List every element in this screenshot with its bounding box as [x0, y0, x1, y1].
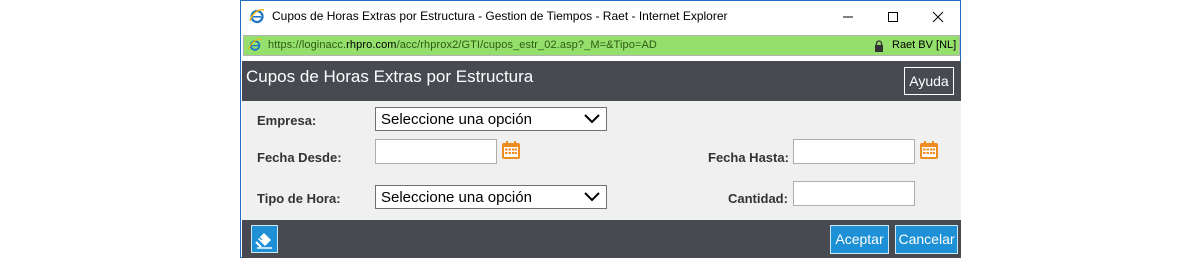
- calendar-icon[interactable]: [501, 140, 521, 160]
- url-prefix: https://loginacc.: [268, 39, 347, 51]
- minimize-icon: [843, 16, 853, 17]
- ie-page-icon: [248, 38, 262, 51]
- tipo-hora-select[interactable]: Seleccione una opción: [375, 185, 607, 209]
- lock-icon[interactable]: [874, 40, 884, 52]
- ie-logo-icon: [249, 9, 265, 24]
- fecha-hasta-input[interactable]: [793, 139, 915, 164]
- browser-window: Cupos de Horas Extras por Estructura - G…: [240, 0, 961, 258]
- close-button[interactable]: [915, 1, 961, 32]
- page-header: Cupos de Horas Extras por Estructura Ayu…: [242, 61, 961, 101]
- empresa-label: Empresa:: [257, 113, 317, 128]
- eraser-icon: [255, 233, 272, 249]
- cancel-button[interactable]: Cancelar: [895, 225, 958, 254]
- close-icon: [932, 11, 944, 22]
- fecha-desde-label: Fecha Desde:: [257, 150, 342, 165]
- help-button[interactable]: Ayuda: [904, 67, 954, 95]
- accept-button[interactable]: Aceptar: [830, 225, 889, 254]
- certificate-label[interactable]: Raet BV [NL]: [892, 39, 956, 51]
- url-domain: rhpro.com: [346, 39, 397, 51]
- minimize-button[interactable]: [825, 1, 871, 32]
- chevron-down-icon: [584, 114, 600, 124]
- tipo-hora-label: Tipo de Hora:: [257, 191, 341, 206]
- url-path: /acc/rhprox2/GTI/cupos_estr_02.asp?_M=&T…: [396, 39, 657, 51]
- cantidad-label: Cantidad:: [728, 191, 788, 206]
- empresa-select[interactable]: Seleccione una opción: [375, 107, 607, 131]
- form-panel: Empresa: Seleccione una opción Fecha Des…: [242, 101, 961, 220]
- window-title: Cupos de Horas Extras por Estructura - G…: [272, 9, 728, 23]
- fecha-desde-input[interactable]: [375, 139, 497, 164]
- maximize-button[interactable]: [870, 1, 916, 32]
- empresa-select-value: Seleccione una opción: [381, 111, 532, 128]
- tipo-hora-select-value: Seleccione una opción: [381, 189, 532, 206]
- title-bar: Cupos de Horas Extras por Estructura - G…: [241, 1, 960, 32]
- action-bar: Aceptar Cancelar: [242, 220, 961, 258]
- cantidad-input[interactable]: [793, 181, 915, 206]
- calendar-icon[interactable]: [919, 140, 939, 160]
- chevron-down-icon: [584, 192, 600, 202]
- address-bar[interactable]: https://loginacc.rhpro.com/acc/rhprox2/G…: [243, 35, 960, 56]
- maximize-icon: [888, 11, 898, 22]
- clear-button[interactable]: [251, 225, 278, 253]
- url-text[interactable]: https://loginacc.rhpro.com/acc/rhprox2/G…: [268, 39, 657, 51]
- page-title: Cupos de Horas Extras por Estructura: [246, 67, 534, 86]
- fecha-hasta-label: Fecha Hasta:: [708, 150, 789, 165]
